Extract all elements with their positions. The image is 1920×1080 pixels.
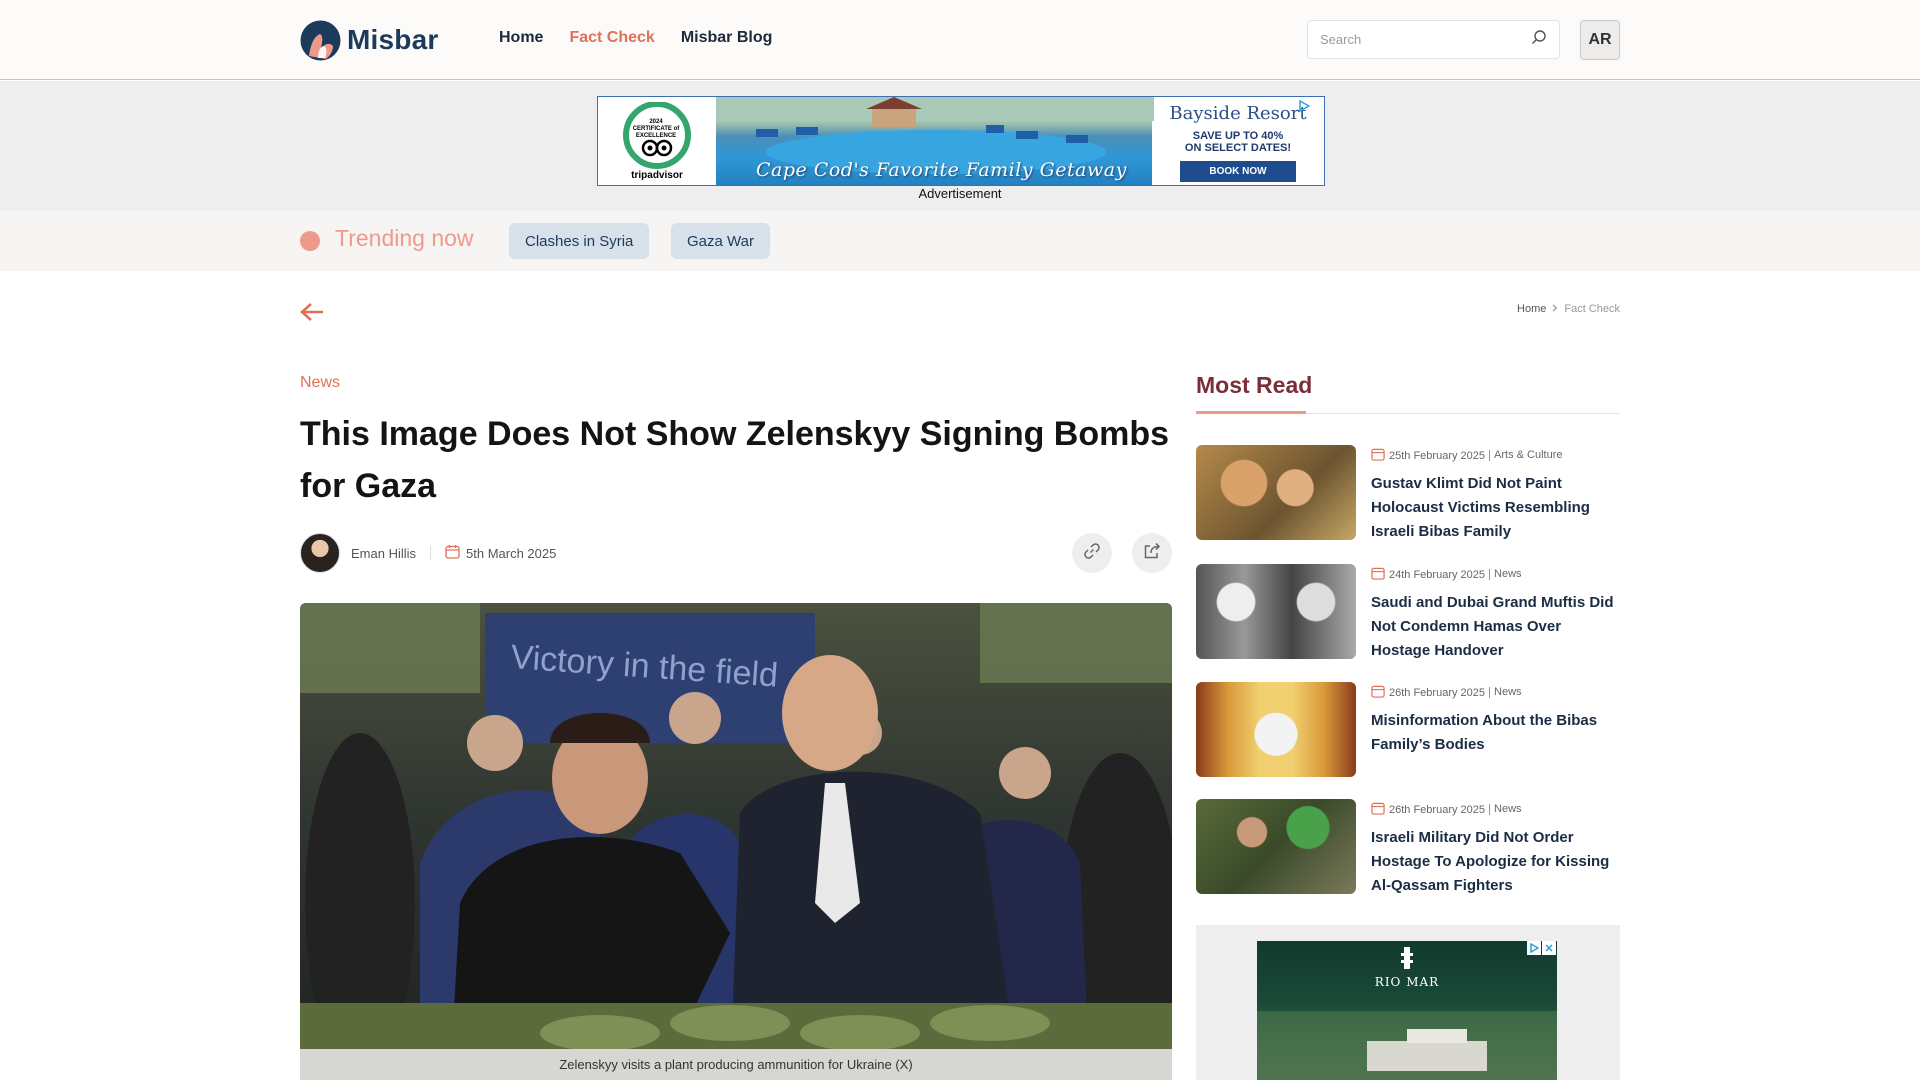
trending-chip-clashes-in-syria[interactable]: Clashes in Syria: [509, 223, 650, 259]
misbar-logo-icon: [300, 20, 341, 61]
most-read-title[interactable]: Israeli Military Did Not Order Hostage T…: [1371, 826, 1620, 898]
ad-award-badge: 2024 CERTIFICATE of EXCELLENCE tripadvis…: [598, 97, 716, 185]
link-icon: [1082, 541, 1102, 566]
most-read-item[interactable]: 25th February 2025 Arts & Culture Gustav…: [1196, 445, 1620, 544]
most-read-meta: 25th February 2025 Arts & Culture: [1371, 447, 1620, 464]
article-title: This Image Does Not Show Zelenskyy Signi…: [300, 415, 1170, 505]
most-read-thumbnail[interactable]: [1196, 682, 1356, 777]
search-input[interactable]: [1320, 32, 1531, 47]
ad-offer: SAVE UP TO 40% ON SELECT DATES!: [1185, 130, 1291, 154]
most-read-title[interactable]: Gustav Klimt Did Not Paint Holocaust Vic…: [1371, 472, 1620, 544]
calendar-icon: [1371, 447, 1385, 464]
author-name[interactable]: Eman Hillis: [351, 546, 416, 561]
most-read-date: 25th February 2025: [1389, 449, 1486, 462]
search-box: [1307, 20, 1560, 59]
most-read-title[interactable]: Misinformation About the Bibas Family’s …: [1371, 709, 1620, 757]
hero-photo-illustration: Victory in the field: [300, 603, 1172, 1080]
chevron-right-icon: [1552, 303, 1558, 315]
most-read-thumbnail[interactable]: [1196, 799, 1356, 894]
most-read-heading: Most Read: [1196, 372, 1313, 398]
most-read-date: 26th February 2025: [1389, 803, 1486, 816]
breadcrumb: Home Fact Check: [1517, 303, 1620, 315]
calendar-icon: [1371, 566, 1385, 583]
most-read-thumbnail[interactable]: [1196, 445, 1356, 540]
most-read-meta: 24th February 2025 News: [1371, 566, 1620, 583]
back-arrow-icon[interactable]: [300, 302, 324, 322]
trending-chip-gaza-war[interactable]: Gaza War: [671, 223, 770, 259]
most-read-meta: 26th February 2025 News: [1371, 801, 1620, 818]
most-read-thumbnail[interactable]: [1196, 564, 1356, 659]
ad-book-now-button[interactable]: BOOK NOW: [1180, 161, 1296, 182]
most-read-item[interactable]: 26th February 2025 News Misinformation A…: [1196, 682, 1620, 777]
trending-label: Trending now: [335, 225, 474, 251]
trending-bar: [0, 210, 1920, 271]
most-read-date: 24th February 2025: [1389, 568, 1486, 581]
ad-choices-icon[interactable]: [1527, 941, 1541, 955]
most-read-item[interactable]: 26th February 2025 News Israeli Military…: [1196, 799, 1620, 898]
most-read-underline: [1196, 411, 1306, 414]
ad-label: Advertisement: [918, 186, 1002, 201]
most-read-category[interactable]: Arts & Culture: [1489, 450, 1562, 461]
hero-caption: Zelenskyy visits a plant producing ammun…: [300, 1049, 1172, 1080]
article-meta: Eman Hillis 5th March 2025: [300, 533, 556, 573]
breadcrumb-current: Fact Check: [1564, 303, 1620, 315]
close-icon[interactable]: [1542, 941, 1556, 955]
ad-tagline: Cape Cod's Favorite Family Getaway: [756, 159, 1127, 181]
ad-resort-photo: Cape Cod's Favorite Family Getaway: [716, 97, 1154, 185]
most-read-category[interactable]: News: [1489, 569, 1522, 580]
most-read-category[interactable]: News: [1489, 687, 1522, 698]
article-hero-image[interactable]: Victory in the field: [300, 603, 1172, 1080]
most-read-item[interactable]: 24th February 2025 News Saudi and Dubai …: [1196, 564, 1620, 663]
copy-link-button[interactable]: [1072, 533, 1112, 573]
ad-offer-line1: SAVE UP TO 40%: [1192, 130, 1284, 142]
top-ad-banner[interactable]: 2024 CERTIFICATE of EXCELLENCE tripadvis…: [597, 96, 1325, 186]
ad-choices-icon[interactable]: [1298, 99, 1311, 113]
site-header: Misbar Home Fact Check Misbar Blog AR: [0, 0, 1920, 80]
ad-badge-brand: tripadvisor: [631, 169, 683, 181]
trending-dot-icon: [300, 231, 320, 251]
sidebar-ad-banner[interactable]: RIO MAR: [1257, 941, 1557, 1080]
article-date: 5th March 2025: [466, 545, 557, 561]
sidebar-ad-landscape: [1257, 1011, 1557, 1080]
nav-misbar-blog[interactable]: Misbar Blog: [681, 29, 773, 47]
meta-divider: [430, 546, 432, 560]
logo-text: Misbar: [347, 24, 439, 55]
most-read-category[interactable]: News: [1489, 804, 1522, 815]
most-read-date: 26th February 2025: [1389, 686, 1486, 699]
calendar-icon: [1371, 684, 1385, 701]
ad-badge-year: 2024: [649, 119, 663, 125]
article-category[interactable]: News: [300, 374, 340, 392]
site-logo[interactable]: Misbar: [300, 19, 438, 61]
ad-brand: Bayside Resort: [1169, 103, 1307, 124]
calendar-icon: [1371, 801, 1385, 818]
nav-fact-check[interactable]: Fact Check: [569, 29, 654, 47]
language-toggle-button[interactable]: AR: [1580, 20, 1620, 60]
share-icon: [1142, 541, 1162, 566]
main-nav: Home Fact Check Misbar Blog: [499, 29, 772, 47]
most-read-meta: 26th February 2025 News: [1371, 684, 1620, 701]
nav-home[interactable]: Home: [499, 29, 543, 47]
calendar-icon: [445, 544, 460, 562]
ad-badge-text: CERTIFICATE of EXCELLENCE: [632, 126, 680, 139]
breadcrumb-home[interactable]: Home: [1517, 303, 1546, 315]
share-button[interactable]: [1132, 533, 1172, 573]
most-read-title[interactable]: Saudi and Dubai Grand Muftis Did Not Con…: [1371, 591, 1620, 663]
ad-offer-line2: ON SELECT DATES!: [1184, 142, 1292, 154]
search-icon[interactable]: [1531, 29, 1547, 50]
author-avatar[interactable]: [300, 533, 340, 573]
